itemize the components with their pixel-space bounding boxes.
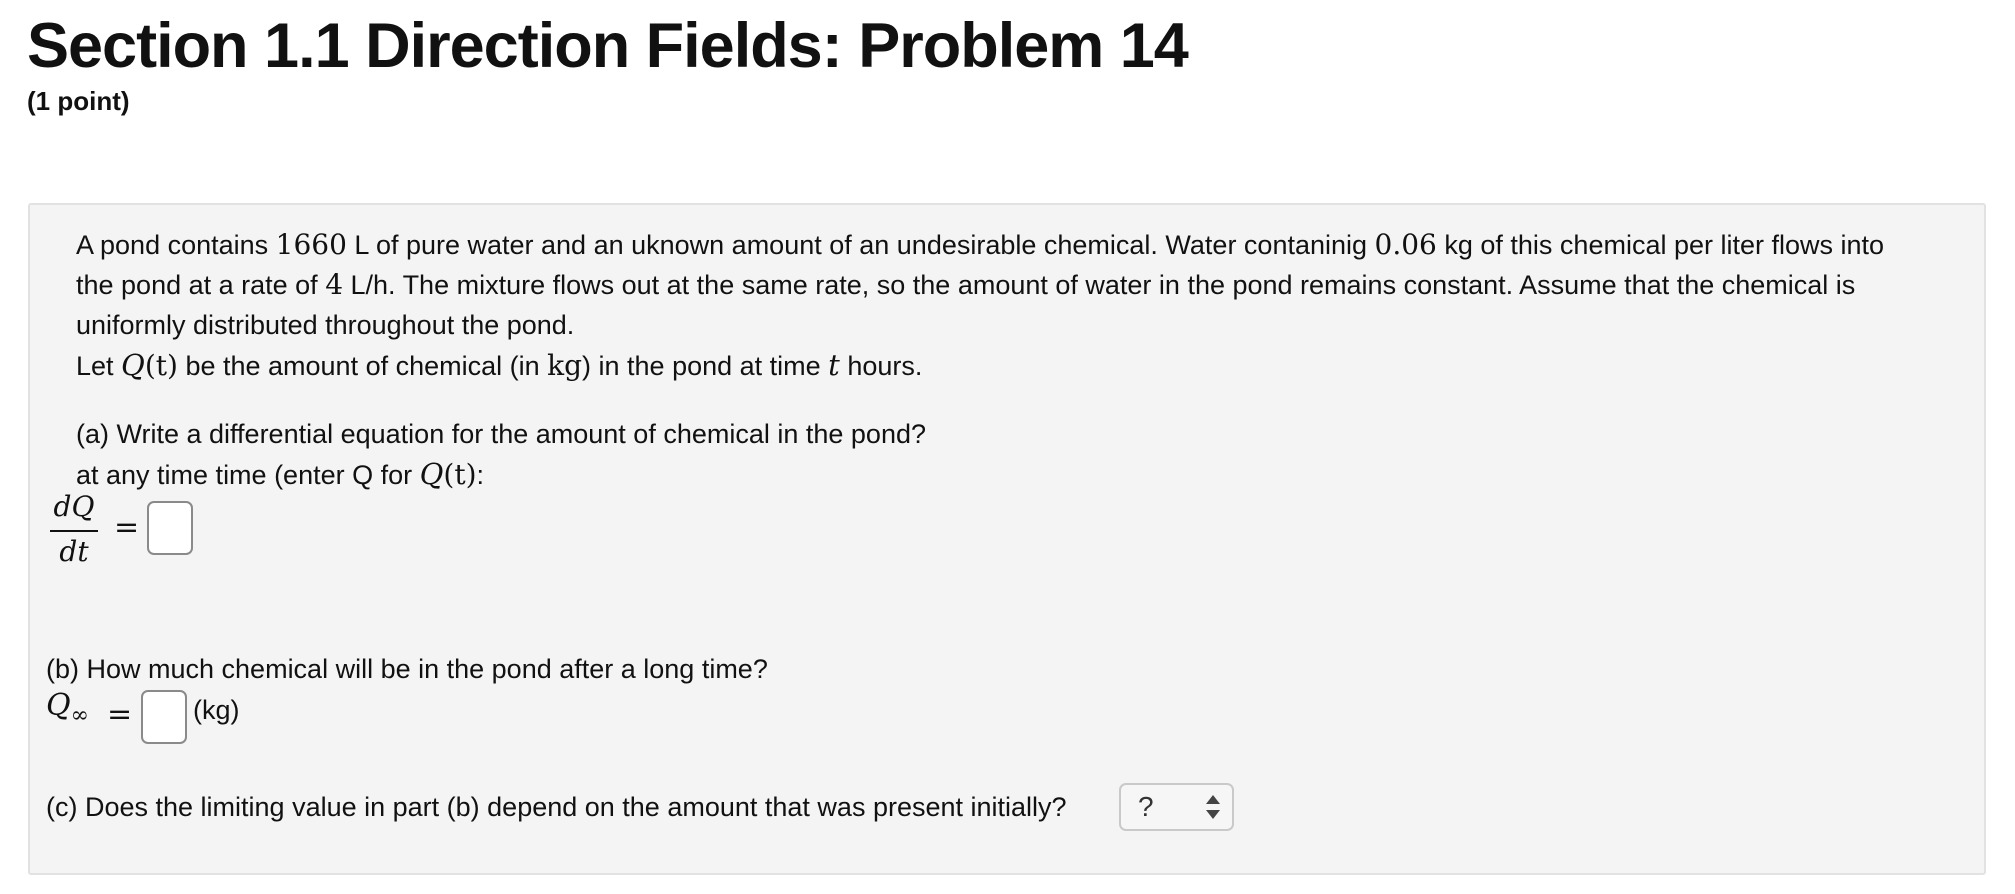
- infinity-subscript: ∞: [70, 703, 89, 728]
- part-a-instruction: at any time time (enter Q for Q(t):: [76, 454, 484, 495]
- intro-text: L of pure water and an uknown amount of …: [346, 230, 1375, 260]
- volume-value: 1660: [275, 228, 347, 261]
- unit-label: (kg): [193, 695, 240, 725]
- page-title: Section 1.1 Direction Fields: Problem 14: [27, 11, 1189, 81]
- answer-input-a[interactable]: [147, 501, 193, 555]
- intro-line-2: the pond at a rate of 4 L/h. The mixture…: [76, 265, 1855, 305]
- intro-line-1: A pond contains 1660 L of pure water and…: [76, 225, 1884, 265]
- intro-text: Let: [76, 351, 122, 381]
- intro-text: A pond contains: [76, 230, 276, 260]
- answer-input-b[interactable]: [141, 690, 187, 744]
- fraction-numerator: dQ: [53, 490, 95, 523]
- equals-sign: =: [114, 510, 140, 545]
- fraction-denominator: dt: [59, 535, 89, 568]
- intro-text: kg of this chemical per liter flows into: [1436, 230, 1885, 260]
- t-argument: (t): [443, 458, 477, 491]
- answer-select-c[interactable]: ?: [1119, 783, 1234, 831]
- part-c-question: (c) Does the limiting value in part (b) …: [46, 792, 1067, 822]
- part-a-question: (a) Write a differential equation for th…: [76, 419, 926, 449]
- intro-text: L/h. The mixture flows out at the same r…: [343, 270, 1856, 300]
- intro-text: ) in the pond at time: [582, 351, 829, 381]
- q-infinity-label: Q∞: [46, 688, 89, 728]
- q-symbol: Q: [419, 457, 444, 491]
- intro-text: hours.: [839, 351, 923, 381]
- points-label: (1 point): [27, 86, 130, 116]
- select-arrows-icon: [1206, 795, 1220, 819]
- q-symbol: Q: [121, 348, 145, 382]
- kg-unit: kg: [547, 349, 583, 382]
- intro-text: be the amount of chemical (in: [177, 351, 548, 381]
- derivative-fraction: dQ dt: [46, 488, 102, 572]
- instruction-text: at any time time (enter Q for: [76, 460, 420, 490]
- flow-rate-value: 4: [325, 268, 344, 301]
- instruction-text: :: [476, 460, 485, 490]
- select-value: ?: [1138, 791, 1154, 822]
- equals-sign: =: [107, 697, 133, 732]
- t-argument: (t): [144, 349, 178, 382]
- part-b-question: (b) How much chemical will be in the pon…: [46, 654, 768, 684]
- problem-box: A pond contains 1660 L of pure water and…: [28, 203, 1986, 875]
- concentration-value: 0.06: [1374, 228, 1437, 261]
- intro-line-4: Let Q(t) be the amount of chemical (in k…: [76, 345, 922, 386]
- q-symbol: Q: [46, 688, 71, 723]
- intro-line-3: uniformly distributed throughout the pon…: [76, 310, 575, 340]
- intro-text: the pond at a rate of: [76, 270, 326, 300]
- t-symbol: t: [828, 348, 840, 382]
